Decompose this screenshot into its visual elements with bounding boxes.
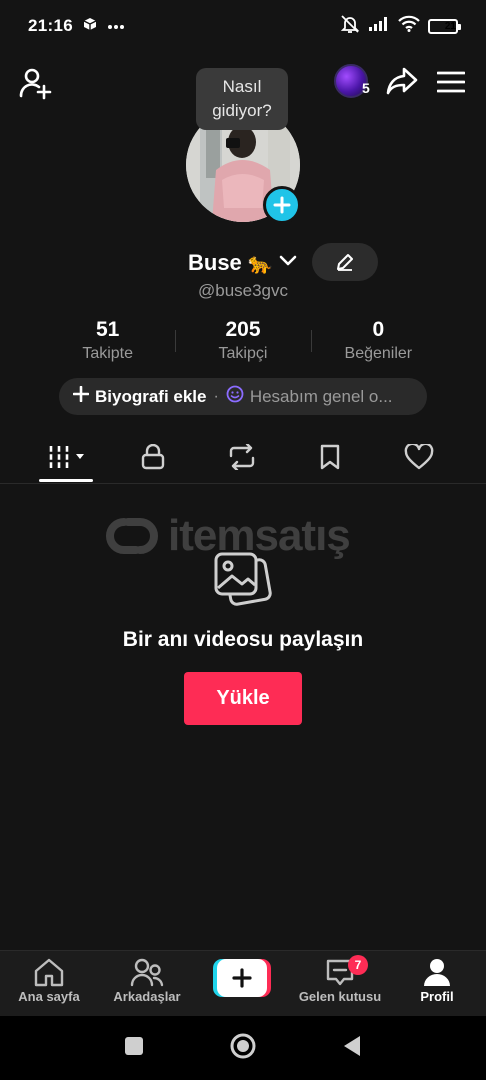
bio-pill[interactable]: Biyografi ekle · Hesabım genel o...: [59, 378, 427, 415]
add-person-icon: [19, 68, 52, 100]
profile-screen: 21:16 21 5 Nasıl gidiyor? Buse 🐆 @buse3g…: [0, 0, 486, 1080]
active-tab-indicator: [39, 479, 93, 482]
tooltip-bubble: Nasıl gidiyor?: [196, 68, 288, 130]
friends-icon: [130, 958, 164, 987]
nav-label: Profil: [420, 989, 454, 1004]
nav-inbox[interactable]: Gelen kutusu: [294, 957, 386, 1015]
nav-profile[interactable]: Profil: [408, 957, 466, 1015]
back-button[interactable]: [340, 1034, 364, 1058]
content-tabs: [0, 434, 486, 484]
share-icon: [386, 67, 418, 95]
edit-profile-button[interactable]: [312, 243, 378, 281]
username: @buse3gvc: [197, 281, 289, 300]
bell-muted-icon: [340, 14, 360, 39]
nav-label: Gelen kutusu: [298, 989, 382, 1004]
tab-liked[interactable]: [392, 434, 446, 480]
name-row[interactable]: Buse 🐆: [188, 246, 297, 280]
profile-icon: [424, 959, 450, 986]
hamburger-icon: [437, 71, 465, 93]
plus-icon: [273, 196, 291, 214]
stat-followers[interactable]: 205 Takipçi: [175, 316, 310, 368]
stat-likes[interactable]: 0 Beğeniler: [310, 316, 446, 368]
grid-icon: [47, 446, 84, 468]
tab-videos[interactable]: [39, 434, 93, 480]
add-bio-label: Biyografi ekle: [95, 386, 207, 406]
create-icon: [232, 968, 252, 988]
bottom-nav: Ana sayfa Arkadaşlar Gelen kutusu 7 Prof…: [0, 950, 486, 1016]
coin-count: 5: [362, 80, 370, 96]
plus-icon: [72, 385, 90, 407]
tab-private[interactable]: [126, 434, 180, 480]
smiley-icon: [226, 385, 244, 408]
battery-icon: 21: [428, 18, 461, 34]
add-avatar-button[interactable]: [263, 186, 301, 224]
nav-home[interactable]: Ana sayfa: [15, 957, 83, 1015]
home-system-button[interactable]: [229, 1032, 257, 1060]
stat-value: 205: [225, 318, 261, 341]
name-emoji: 🐆: [247, 252, 273, 275]
status-time: 21:16: [28, 16, 73, 35]
stat-label: Takipçi: [218, 345, 268, 362]
upload-button[interactable]: Yükle: [184, 672, 302, 725]
create-button[interactable]: [213, 959, 271, 997]
lock-icon: [141, 444, 165, 470]
tab-reposts[interactable]: [215, 434, 269, 480]
recent-apps-button[interactable]: [122, 1034, 146, 1058]
menu-button[interactable]: [434, 64, 468, 100]
nav-label: Arkadaşlar: [113, 989, 181, 1004]
chevron-down-icon[interactable]: [279, 254, 297, 272]
home-icon: [34, 958, 64, 987]
stats-row: 51 Takipte 205 Takipçi 0 Beğeniler: [40, 316, 446, 368]
share-button[interactable]: [384, 62, 420, 100]
display-name: Buse: [188, 250, 242, 275]
circle-icon: [230, 1033, 256, 1059]
back-triangle-icon: [344, 1036, 360, 1056]
inbox-badge: 7: [348, 955, 368, 975]
status-bar: 21:16 21: [0, 0, 486, 52]
heart-icon: [404, 444, 434, 470]
repost-icon: [229, 444, 255, 470]
add-friend-button[interactable]: [16, 64, 54, 102]
separator-dot: ·: [213, 387, 219, 405]
bookmark-icon: [320, 444, 340, 470]
more-dots-icon: [107, 17, 125, 35]
square-icon: [125, 1037, 143, 1055]
stat-label: Takipte: [82, 345, 134, 362]
stat-value: 51: [95, 318, 120, 341]
nav-friends[interactable]: Arkadaşlar: [108, 957, 186, 1015]
stat-label: Beğeniler: [344, 345, 413, 362]
system-nav-bar: [0, 1016, 486, 1080]
nav-label: Ana sayfa: [18, 989, 80, 1004]
empty-state-title: Bir anı videosu paylaşın: [122, 628, 364, 651]
stat-value: 0: [372, 318, 385, 341]
signal-icon: [368, 16, 390, 37]
watermark-logo-icon: [106, 518, 158, 554]
tab-saved[interactable]: [303, 434, 357, 480]
pencil-icon: [337, 254, 353, 271]
cube-icon: [83, 17, 97, 36]
wifi-icon: [398, 15, 420, 37]
stat-following[interactable]: 51 Takipte: [40, 316, 175, 368]
account-status-label: Hesabım genel o...: [249, 386, 393, 406]
photos-icon: [212, 548, 274, 610]
